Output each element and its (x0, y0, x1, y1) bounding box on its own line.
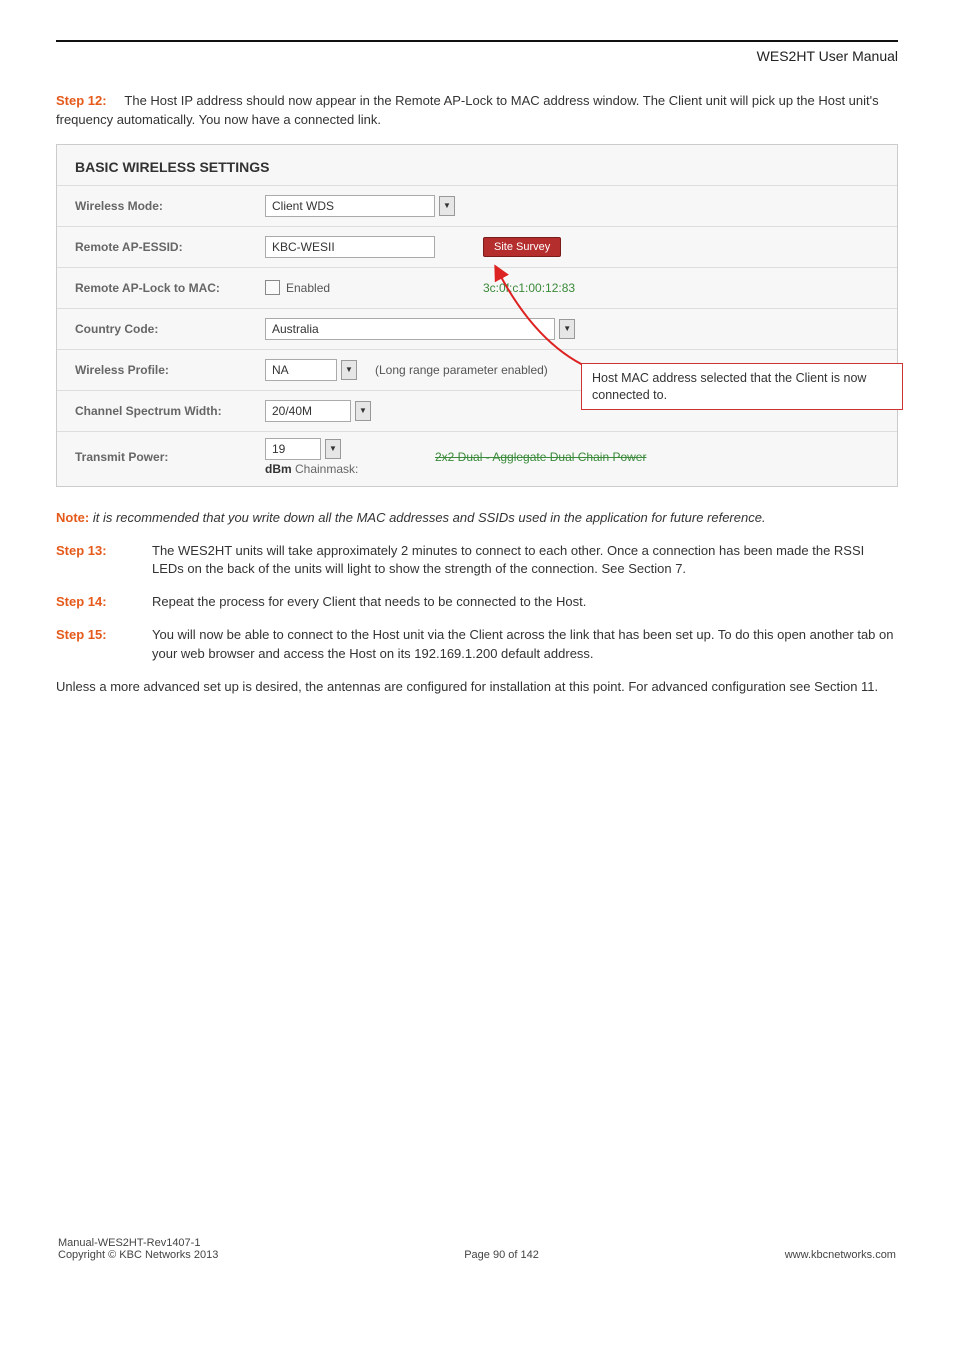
page-header-title: WES2HT User Manual (56, 48, 898, 64)
callout-box: Host MAC address selected that the Clien… (581, 363, 903, 411)
footer-page-number: Page 90 of 142 (464, 1249, 539, 1261)
dbm-chainmask-label: dBm Chainmask: (265, 462, 358, 476)
note-text: it is recommended that you write down al… (89, 510, 765, 525)
transmit-power-select[interactable]: 19 (265, 438, 321, 460)
step-12-text: The Host IP address should now appear in… (56, 93, 879, 127)
wireless-profile-value: NA (272, 359, 289, 381)
lock-mac-checkbox[interactable] (265, 280, 280, 295)
remote-essid-input[interactable]: KBC-WESII (265, 236, 435, 258)
step-13-text: The WES2HT units will take approximately… (152, 542, 898, 580)
basic-wireless-settings-panel: BASIC WIRELESS SETTINGS Wireless Mode: C… (56, 144, 898, 487)
step-15-text: You will now be able to connect to the H… (152, 626, 898, 664)
chevron-down-icon[interactable]: ▼ (325, 439, 341, 459)
footer-copyright: Copyright © KBC Networks 2013 (58, 1249, 218, 1261)
wireless-profile-label: Wireless Profile: (75, 363, 265, 377)
footer-left: Manual-WES2HT-Rev1407-1 Copyright © KBC … (58, 1237, 218, 1261)
footer-url: www.kbcnetworks.com (785, 1249, 896, 1261)
remote-essid-label: Remote AP-ESSID: (75, 240, 265, 254)
remote-essid-value: KBC-WESII (272, 236, 335, 258)
step-14-label: Step 14: (56, 593, 152, 612)
lock-mac-label: Remote AP-Lock to MAC: (75, 281, 265, 295)
spectrum-width-select[interactable]: 20/40M (265, 400, 351, 422)
wireless-profile-select[interactable]: NA (265, 359, 337, 381)
wireless-mode-value: Client WDS (272, 195, 334, 217)
callout-text: Host MAC address selected that the Clien… (592, 371, 866, 402)
transmit-power-label: Transmit Power: (75, 450, 265, 464)
lock-mac-enabled-label: Enabled (286, 281, 330, 295)
site-survey-button[interactable]: Site Survey (483, 237, 561, 257)
note-label: Note: (56, 510, 89, 525)
spectrum-width-label: Channel Spectrum Width: (75, 404, 265, 418)
step-13-label: Step 13: (56, 542, 152, 580)
country-code-label: Country Code: (75, 322, 265, 336)
aggregate-chain-text: 2x2 Dual - Agglegate Dual Chain Power (435, 450, 646, 464)
footer-manual-rev: Manual-WES2HT-Rev1407-1 (58, 1237, 218, 1249)
chevron-down-icon[interactable]: ▼ (439, 196, 455, 216)
wireless-mode-label: Wireless Mode: (75, 199, 265, 213)
step-12-label: Step 12: (56, 93, 107, 108)
chevron-down-icon[interactable]: ▼ (355, 401, 371, 421)
country-code-value: Australia (272, 318, 319, 340)
transmit-power-value: 19 (272, 438, 285, 460)
closing-paragraph: Unless a more advanced set up is desired… (56, 678, 898, 697)
spectrum-width-value: 20/40M (272, 400, 312, 422)
wireless-mode-select[interactable]: Client WDS (265, 195, 435, 217)
step-14-text: Repeat the process for every Client that… (152, 593, 898, 612)
panel-heading: BASIC WIRELESS SETTINGS (57, 155, 897, 185)
step-15-label: Step 15: (56, 626, 152, 664)
chevron-down-icon[interactable]: ▼ (341, 360, 357, 380)
